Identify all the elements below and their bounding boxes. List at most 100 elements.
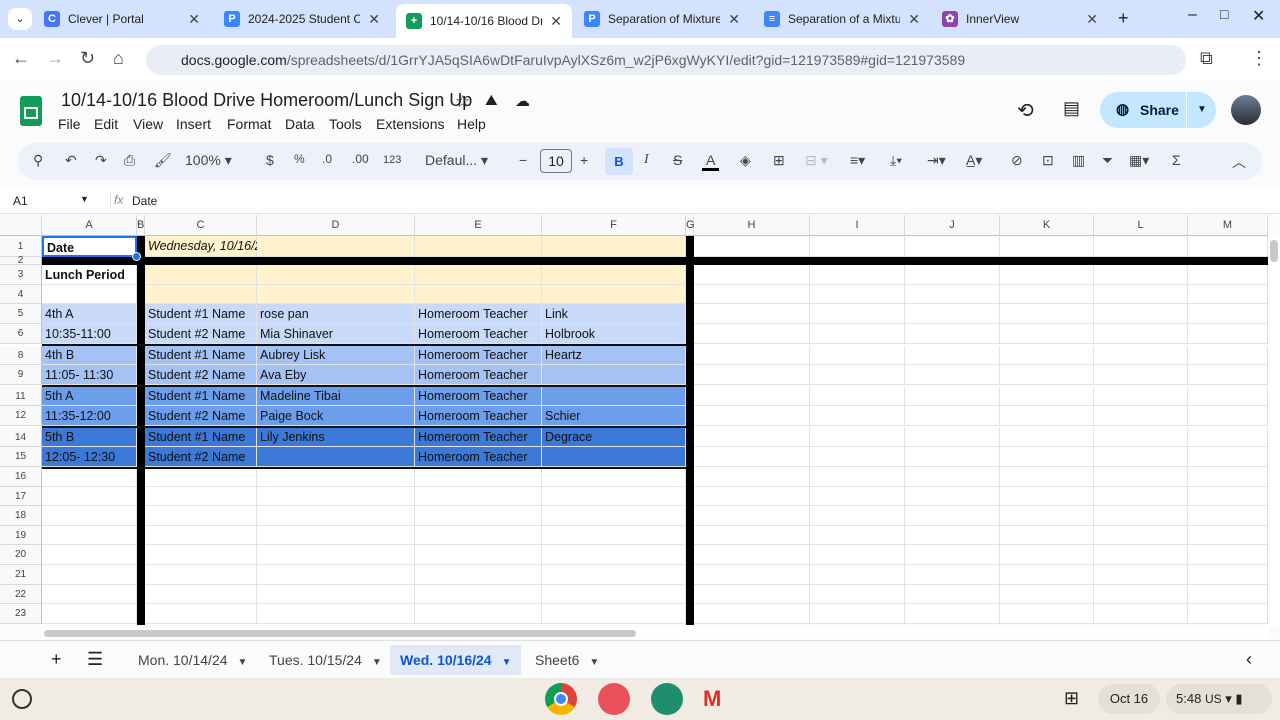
cell[interactable]: [1188, 447, 1268, 467]
tab-close-icon[interactable]: ✕: [908, 11, 920, 28]
cell[interactable]: [1188, 584, 1268, 605]
cell[interactable]: [42, 565, 137, 585]
tote-icon[interactable]: ⊞: [1064, 688, 1079, 709]
status-tray[interactable]: 5:48 US ▾ ▮: [1166, 684, 1272, 714]
cell[interactable]: [1000, 604, 1094, 624]
cell[interactable]: [1000, 565, 1094, 585]
name-box[interactable]: A1: [13, 194, 28, 208]
cell[interactable]: [1000, 486, 1094, 507]
cell[interactable]: 11:05- 11:30: [42, 365, 137, 385]
cell[interactable]: [257, 447, 415, 467]
cell[interactable]: [1000, 387, 1094, 406]
cell[interactable]: [694, 365, 810, 385]
cell[interactable]: [1094, 428, 1188, 447]
cell[interactable]: [42, 525, 137, 546]
cell[interactable]: 4th A: [42, 304, 137, 324]
cell[interactable]: [694, 565, 810, 585]
cell[interactable]: [905, 584, 1000, 605]
cell[interactable]: [810, 346, 905, 365]
cell[interactable]: Date: [42, 236, 137, 257]
cell[interactable]: Link: [542, 304, 686, 324]
increase-font-size-icon[interactable]: +: [580, 152, 588, 168]
cell[interactable]: Student #1 Name: [145, 304, 257, 324]
cell[interactable]: [415, 285, 542, 304]
zoom-select[interactable]: 100% ▾: [185, 152, 232, 169]
vertical-align-icon[interactable]: ⤓▾: [890, 152, 902, 169]
cell[interactable]: [810, 467, 905, 487]
window-maximize[interactable]: □: [1220, 6, 1228, 22]
cell[interactable]: [1188, 486, 1268, 507]
cell[interactable]: [145, 545, 257, 565]
cell[interactable]: [1094, 406, 1188, 426]
cell[interactable]: [1188, 365, 1268, 385]
cell[interactable]: [257, 236, 415, 257]
cell[interactable]: [810, 428, 905, 447]
cell[interactable]: [1094, 565, 1188, 585]
browser-tab[interactable]: P 2024-2025 Student Co ✕: [214, 4, 390, 34]
row-header[interactable]: 21: [0, 565, 42, 585]
date-indicator[interactable]: Oct 16: [1098, 684, 1160, 714]
cell[interactable]: Homeroom Teacher: [415, 324, 542, 344]
print-icon[interactable]: ⎙: [124, 152, 135, 169]
italic-icon[interactable]: I: [644, 152, 649, 168]
cell[interactable]: [694, 447, 810, 467]
cell[interactable]: [1094, 584, 1188, 605]
cloud-saved-icon[interactable]: ☁: [515, 92, 530, 110]
menu-help[interactable]: Help: [457, 116, 486, 132]
collapse-menus-icon[interactable]: ︿: [1232, 152, 1246, 172]
cell[interactable]: [257, 545, 415, 565]
spreadsheet-grid[interactable]: A B C D E F G H I J K L M 1 Date Wednesday, 10/16/2 2 3 Lu…: [0, 215, 1268, 625]
cell[interactable]: [145, 467, 257, 487]
sheet-tab-menu-icon[interactable]: ▼: [372, 657, 382, 668]
add-sheet-icon[interactable]: +: [51, 649, 62, 670]
cell[interactable]: Degrace: [542, 428, 686, 447]
row-header[interactable]: 12: [0, 406, 42, 426]
decrease-font-size-icon[interactable]: −: [519, 152, 527, 168]
cell[interactable]: Homeroom Teacher: [415, 447, 542, 467]
cell[interactable]: [1000, 506, 1094, 526]
cell[interactable]: [42, 604, 137, 624]
tab-close-icon[interactable]: ✕: [1086, 11, 1098, 28]
row-header[interactable]: 5: [0, 304, 42, 324]
share-dropdown-icon[interactable]: ▼: [1186, 92, 1207, 128]
cell[interactable]: [145, 525, 257, 546]
cell[interactable]: [145, 486, 257, 507]
browser-tab[interactable]: ✿ InnerView ✕: [932, 4, 1108, 34]
cell[interactable]: [694, 236, 810, 257]
column-header-L[interactable]: L: [1094, 215, 1188, 236]
text-wrap-icon[interactable]: ⇥▾: [927, 152, 946, 169]
cell[interactable]: [257, 506, 415, 526]
cell[interactable]: [1094, 545, 1188, 565]
cell[interactable]: [1094, 365, 1188, 385]
cell[interactable]: [694, 545, 810, 565]
column-header-G[interactable]: G: [686, 215, 695, 236]
cell[interactable]: [257, 265, 415, 285]
cell[interactable]: [1000, 346, 1094, 365]
cell[interactable]: [905, 565, 1000, 585]
cell[interactable]: [542, 467, 686, 487]
font-size-input[interactable]: 10: [540, 149, 572, 173]
cell[interactable]: [694, 346, 810, 365]
row-header[interactable]: 23: [0, 604, 42, 624]
cell[interactable]: [810, 565, 905, 585]
cell[interactable]: [542, 506, 686, 526]
column-header-D[interactable]: D: [257, 215, 415, 236]
cell[interactable]: 5th A: [42, 387, 137, 406]
browser-tab[interactable]: P Separation of Mixture ✕: [574, 4, 750, 34]
cell[interactable]: [1000, 406, 1094, 426]
cell[interactable]: [1094, 486, 1188, 507]
cell[interactable]: [1000, 236, 1094, 257]
row-header[interactable]: 1: [0, 236, 42, 257]
search-menus-icon[interactable]: ⚲: [33, 152, 43, 169]
cell[interactable]: [542, 236, 686, 257]
cell[interactable]: [1094, 387, 1188, 406]
cell[interactable]: Aubrey Lisk: [257, 346, 415, 365]
strikethrough-icon[interactable]: S: [673, 152, 682, 168]
menu-data[interactable]: Data: [285, 116, 315, 132]
window-close[interactable]: ✕: [1252, 6, 1265, 26]
cell[interactable]: 12:05- 12:30: [42, 447, 137, 467]
row-header[interactable]: 2: [0, 256, 42, 266]
share-button[interactable]: ◍ Share ▼: [1100, 92, 1216, 128]
font-select[interactable]: Defaul... ▾: [425, 152, 488, 169]
cell[interactable]: [694, 387, 810, 406]
